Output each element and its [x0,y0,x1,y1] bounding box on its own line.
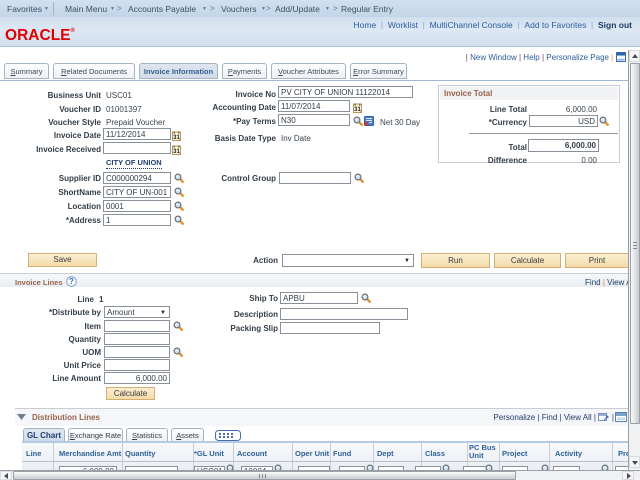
svg-text:?: ? [69,277,74,286]
